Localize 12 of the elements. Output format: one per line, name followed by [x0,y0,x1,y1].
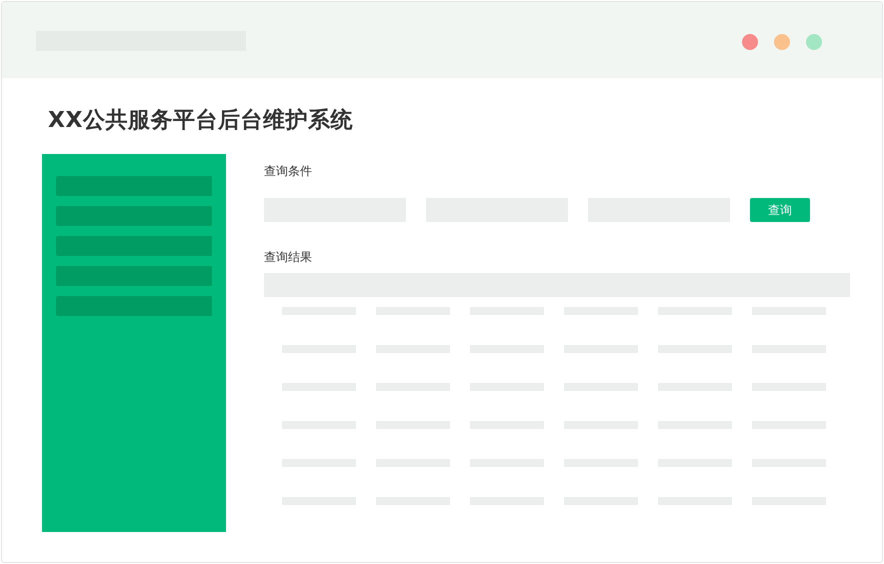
maximize-icon[interactable] [806,34,822,50]
section-heading: 查询条件 [264,164,313,178]
sidebar-item[interactable] [56,176,212,196]
minimize-icon[interactable] [774,34,790,50]
close-icon[interactable] [742,34,758,50]
section-heading: 查询结果 [264,250,313,264]
sidebar-item[interactable] [56,296,212,316]
sidebar-item[interactable] [56,266,212,286]
sidebar-item[interactable] [56,206,212,226]
page-title: XX公共服务平台后台维护系统 [48,107,354,135]
sidebar-item[interactable] [56,236,212,256]
query-button[interactable]: 查询 [750,198,810,222]
